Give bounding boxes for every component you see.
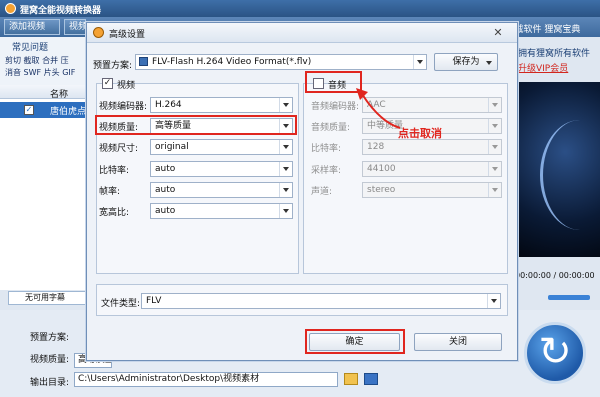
- audio-select-3: 44100: [362, 160, 502, 177]
- audio-label-2: 比特率:: [311, 144, 342, 155]
- dropdown-arrow-icon: [486, 61, 492, 65]
- video-value-1: 高等质量: [155, 121, 192, 132]
- output-dir-label: 输出目录:: [30, 378, 70, 388]
- bottom-preset-label: 预置方案:: [30, 333, 70, 343]
- add-video-button[interactable]: 添加视频: [4, 19, 60, 35]
- preset-value: FLV-Flash H.264 Video Format(*.flv): [152, 57, 312, 67]
- filetype-label: 文件类型:: [101, 299, 141, 309]
- video-select-4[interactable]: auto: [150, 181, 293, 198]
- video-label-2: 视频尺寸:: [99, 144, 139, 155]
- edit-sidebar: 常见问题 剪切 截取 合并 压 消音 SWF 片头 GIF: [0, 37, 86, 85]
- preset-select[interactable]: FLV-Flash H.264 Video Format(*.flv): [135, 54, 427, 70]
- video-value-0: H.264: [155, 100, 182, 110]
- file-checkbox[interactable]: ✓: [24, 105, 34, 115]
- video-select-0[interactable]: H.264: [150, 97, 293, 113]
- audio-value-4: stereo: [367, 184, 396, 195]
- audio-label-1: 音频质量:: [311, 123, 351, 134]
- chevron-down-icon: [488, 98, 501, 112]
- main-window-title: 狸窝全能视频转换器: [20, 6, 102, 16]
- flv-format-icon: [139, 57, 148, 66]
- chevron-down-icon: [279, 204, 292, 218]
- advanced-settings-dialog: 高级设置 ✕ 预置方案: FLV-Flash H.264 Video Forma…: [86, 22, 518, 361]
- dialog-titlebar: 高级设置 ✕: [87, 23, 517, 43]
- annotation-arrow-icon: [356, 88, 401, 129]
- close-icon[interactable]: ✕: [491, 26, 505, 40]
- file-row[interactable]: ✓ 唐伯虎点: [0, 102, 86, 118]
- audio-select-2: 128: [362, 139, 502, 156]
- playback-time: 00:00:00 / 00:00:00: [515, 271, 595, 280]
- audio-value-3: 44100: [367, 163, 396, 174]
- chevron-down-icon: [487, 294, 500, 308]
- audio-select-4: stereo: [362, 181, 502, 198]
- open-folder-icon[interactable]: [344, 373, 358, 385]
- toolbar-right-links[interactable]: l载软件 狸窝宝典: [512, 22, 580, 35]
- video-label-1: 视频质量:: [99, 123, 139, 134]
- video-select-3[interactable]: auto: [150, 160, 293, 177]
- audio-label-4: 声道:: [311, 186, 333, 197]
- chevron-down-icon: [488, 140, 501, 155]
- video-value-3: auto: [155, 163, 176, 174]
- save-as-label: 保存为: [452, 57, 480, 67]
- chevron-down-icon: [488, 182, 501, 197]
- video-value-5: auto: [155, 206, 176, 216]
- audio-label-3: 采样率:: [311, 165, 342, 176]
- audio-value-2: 128: [367, 142, 385, 153]
- audio-checkbox[interactable]: [313, 78, 324, 89]
- video-label-5: 宽高比:: [99, 208, 130, 218]
- faq-link[interactable]: 常见问题: [12, 40, 48, 53]
- edit-tools-row-1[interactable]: 剪切 截取 合并 压: [5, 55, 85, 66]
- chevron-down-icon: [413, 55, 426, 69]
- close-button[interactable]: 关闭: [414, 333, 502, 351]
- promo-text: 拥有狸窝所有软件: [518, 49, 591, 59]
- video-value-2: original: [155, 142, 189, 153]
- video-label-4: 帧率:: [99, 186, 121, 197]
- subtitle-select[interactable]: 无可用字幕: [8, 291, 86, 305]
- browse-folder-icon[interactable]: [364, 373, 378, 385]
- chevron-down-icon: [279, 161, 292, 176]
- bottom-quality-label: 视频质量:: [30, 355, 70, 365]
- vip-link[interactable]: 升级VIP会员: [518, 61, 568, 74]
- chevron-down-icon: [279, 98, 292, 112]
- output-path-input[interactable]: C:\Users\Administrator\Desktop\视频素材: [74, 372, 338, 387]
- chevron-down-icon: [488, 119, 501, 134]
- name-column-header[interactable]: 名称: [50, 87, 68, 100]
- annotation-text: 点击取消: [398, 127, 442, 140]
- video-edit-button[interactable]: 视频编: [64, 19, 86, 35]
- video-label-3: 比特率:: [99, 165, 130, 176]
- app-logo-icon: [5, 3, 16, 14]
- file-list-header: 名称: [0, 85, 86, 100]
- save-as-button[interactable]: 保存为: [434, 53, 498, 71]
- dialog-title: 高级设置: [109, 30, 146, 40]
- chevron-down-icon: [279, 119, 292, 134]
- video-value-4: auto: [155, 184, 176, 195]
- filetype-value: FLV: [146, 296, 162, 306]
- video-select-5[interactable]: auto: [150, 203, 293, 219]
- edit-tools-row-2[interactable]: 消音 SWF 片头 GIF: [5, 67, 85, 78]
- chevron-down-icon: [488, 161, 501, 176]
- file-list: 名称 ✓ 唐伯虎点: [0, 85, 86, 290]
- video-select-1[interactable]: 高等质量: [150, 118, 293, 135]
- video-label-0: 视频编码器:: [99, 102, 148, 112]
- video-select-2[interactable]: original: [150, 139, 293, 156]
- chevron-down-icon: [279, 140, 292, 155]
- video-checkbox[interactable]: ✓: [102, 78, 113, 89]
- convert-button[interactable]: ↻: [524, 322, 586, 384]
- ok-button[interactable]: 确定: [309, 333, 400, 351]
- dialog-logo-icon: [93, 27, 104, 38]
- main-titlebar: 狸窝全能视频转换器: [0, 0, 600, 17]
- preset-label: 预置方案:: [93, 61, 133, 71]
- volume-slider[interactable]: [548, 295, 590, 300]
- audio-checkbox-label: 音频: [328, 81, 347, 91]
- filetype-select[interactable]: FLV: [141, 293, 501, 309]
- file-name: 唐伯虎点: [50, 107, 87, 117]
- video-checkbox-label: 视频: [117, 81, 136, 91]
- chevron-down-icon: [279, 182, 292, 197]
